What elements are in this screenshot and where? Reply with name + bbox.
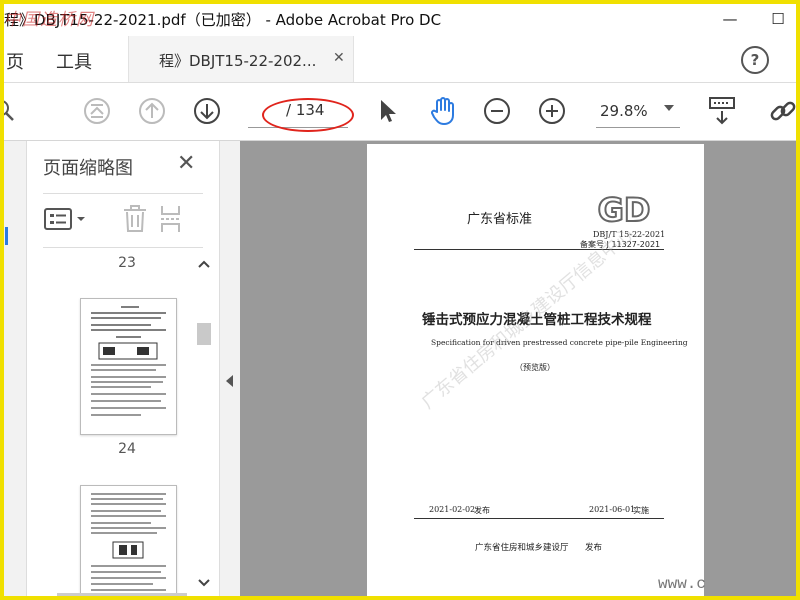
tab-bar: 页 工具 程》DBJT15-22-202... ✕ ? xyxy=(4,36,796,83)
thumbnail-scrollbar[interactable] xyxy=(195,251,213,596)
issue-date: 2021-02-02 xyxy=(429,505,476,514)
title-bar: 程》DBJT15-22-2021.pdf（已加密） - Adobe Acroba… xyxy=(4,4,796,34)
thumbnail-options-button[interactable] xyxy=(43,206,99,232)
tab-home[interactable]: 页 xyxy=(6,48,24,74)
link-icon[interactable] xyxy=(768,96,796,126)
pdf-page: 广东省标准 GD DBJ/T 15-22-2021 备案号 J 11327-20… xyxy=(367,144,704,596)
document-tab-label: 程》DBJT15-22-202... xyxy=(159,52,317,70)
corner-watermark: www.c xyxy=(658,575,707,593)
close-tab-icon[interactable]: ✕ xyxy=(333,50,345,66)
tab-document[interactable]: 程》DBJT15-22-202... ✕ xyxy=(128,36,354,82)
close-panel-icon[interactable]: ✕ xyxy=(177,151,195,176)
footer-rule xyxy=(414,518,664,519)
divider xyxy=(43,193,203,194)
maximize-button[interactable]: ☐ xyxy=(756,6,796,32)
next-page-icon[interactable] xyxy=(192,96,222,126)
tab-tools[interactable]: 工具 xyxy=(56,48,92,74)
left-nav-rail xyxy=(4,141,27,596)
search-icon[interactable] xyxy=(4,96,20,126)
issuer-action: 发布 xyxy=(585,543,603,553)
page-label-24: 24 xyxy=(118,441,136,457)
delete-page-icon[interactable] xyxy=(121,204,149,238)
scroll-down-icon xyxy=(198,579,210,587)
zoom-in-icon[interactable] xyxy=(537,96,567,126)
issuer: 广东省住房和城乡建设厅 xyxy=(475,543,569,553)
minimize-button[interactable]: — xyxy=(708,6,752,32)
keyboard-fit-icon[interactable] xyxy=(707,96,737,126)
chevron-down-icon xyxy=(664,105,674,111)
document-canvas[interactable]: 广东省标准 GD DBJ/T 15-22-2021 备案号 J 11327-20… xyxy=(240,141,796,596)
acrobat-window: 程》DBJT15-22-2021.pdf（已加密） - Adobe Acroba… xyxy=(4,4,796,596)
prev-page-icon[interactable] xyxy=(137,96,167,126)
scroll-up-icon xyxy=(198,260,210,268)
help-icon[interactable]: ? xyxy=(741,46,769,74)
collapse-panel-button[interactable] xyxy=(219,141,241,596)
standard-title: 广东省标准 xyxy=(467,212,533,227)
zoom-value: 29.8% xyxy=(600,102,648,120)
zoom-out-icon[interactable] xyxy=(482,96,512,126)
horizontal-scrollbar[interactable] xyxy=(57,593,187,596)
page-thumbnail[interactable] xyxy=(80,298,177,435)
list-options-icon xyxy=(44,208,85,230)
page-layout-icon[interactable] xyxy=(159,204,187,238)
page-thumbnail[interactable] xyxy=(80,485,177,596)
divider xyxy=(43,247,203,248)
site-watermark: 中国造桥网 xyxy=(4,10,94,30)
issue-label: 发布 xyxy=(474,506,490,515)
panel-title: 页面缩略图 xyxy=(43,158,133,179)
effective-label: 实施 xyxy=(633,506,649,515)
toolbar: / 134 29.8% xyxy=(4,84,796,141)
hand-tool-icon[interactable] xyxy=(428,96,458,126)
page-label-23: 23 xyxy=(118,255,136,271)
scrollbar-thumb[interactable] xyxy=(197,323,211,345)
effective-date: 2021-06-01 xyxy=(589,505,636,514)
red-annotation-circle xyxy=(262,98,354,132)
english-title: Specification for driven prestressed con… xyxy=(431,338,688,347)
first-page-icon[interactable] xyxy=(82,96,112,126)
active-panel-indicator xyxy=(5,227,8,245)
collapse-arrow-icon xyxy=(226,375,233,387)
select-cursor-icon[interactable] xyxy=(373,96,403,126)
zoom-select[interactable]: 29.8% xyxy=(596,95,680,128)
edition-label: （预览版） xyxy=(515,363,555,372)
thumbnails-panel: 页面缩略图 ✕ 23 24 xyxy=(27,141,219,596)
